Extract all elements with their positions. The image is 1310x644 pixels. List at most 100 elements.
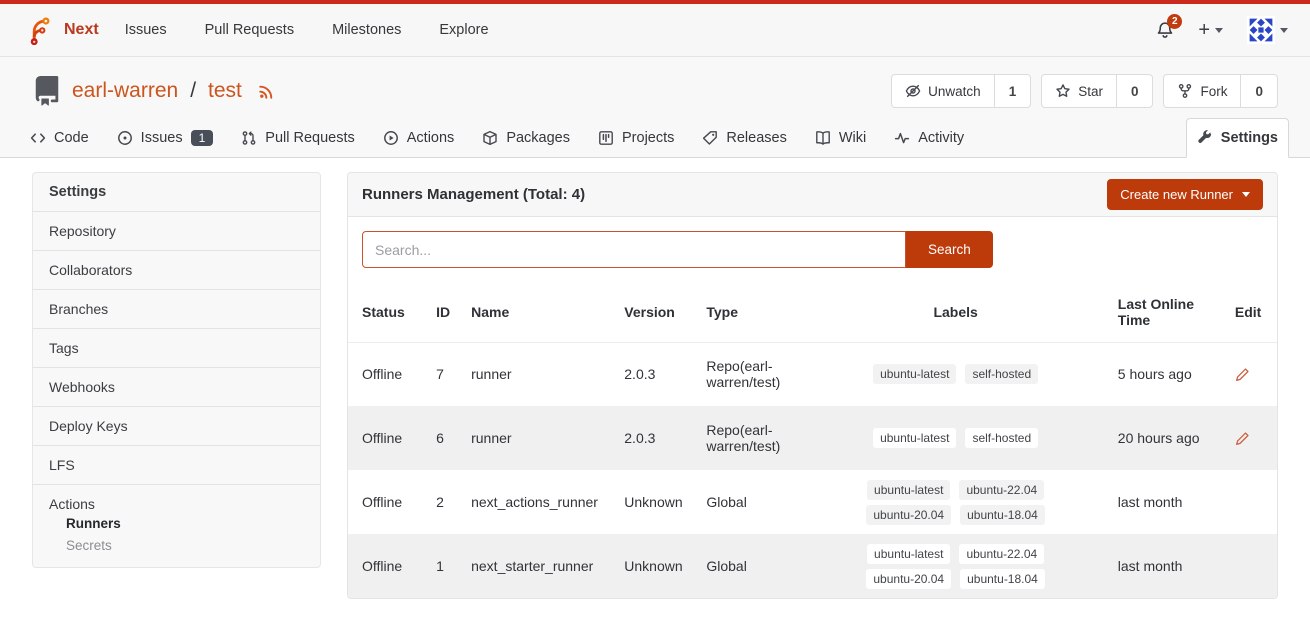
runner-labels: ubuntu-latestubuntu-22.04ubuntu-20.04ubu… [801,534,1109,598]
sidebar-item-branches[interactable]: Branches [33,289,320,328]
sidebar-item-lfs[interactable]: LFS [33,445,320,484]
search-bar: Search [362,231,1263,268]
column-header-labels: Labels [801,282,1109,342]
runner-labels-group: ubuntu-latestubuntu-22.04ubuntu-20.04ubu… [848,480,1063,525]
runner-version: Unknown [616,470,698,534]
column-header-name: Name [463,282,616,342]
repo-title: earl-warren / test [32,76,276,106]
tab-activity[interactable]: Activity [884,119,974,157]
edit-runner-pencil-icon[interactable] [1235,367,1250,382]
sidebar-subitem-runners[interactable]: Runners [49,512,304,534]
identicon-avatar [1247,16,1275,44]
repo-owner-link[interactable]: earl-warren [72,79,178,103]
runner-name: runner [463,342,616,406]
repo-name-link[interactable]: test [208,79,242,103]
edit-runner-pencil-icon[interactable] [1235,431,1250,446]
tab-issues[interactable]: Issues 1 [107,119,224,157]
sidebar-item-webhooks[interactable]: Webhooks [33,367,320,406]
sidebar-item-label: Collaborators [49,262,304,278]
runners-table: StatusIDNameVersionTypeLabelsLast Online… [348,282,1277,598]
runner-edit-cell [1227,534,1277,598]
runner-last-online: last month [1110,470,1227,534]
runner-labels: ubuntu-latestself-hosted [801,342,1109,406]
sidebar-item-collaborators[interactable]: Collaborators [33,250,320,289]
star-button[interactable]: Star [1042,75,1116,107]
tab-wiki[interactable]: Wiki [805,119,876,157]
runner-row: Offline1next_starter_runnerUnknownGlobal… [348,534,1277,598]
table-body: Offline7runner2.0.3Repo(earl-warren/test… [348,342,1277,598]
tab-releases[interactable]: Releases [692,119,796,157]
runner-id: 2 [428,470,463,534]
rss-icon[interactable] [258,82,276,100]
runner-last-online: 20 hours ago [1110,406,1227,470]
brand-label: Next [64,21,99,39]
pulse-icon [894,130,910,146]
runner-edit-cell [1227,406,1277,470]
runner-last-online: last month [1110,534,1227,598]
plus-icon: + [1198,20,1210,40]
star-icon [1055,83,1071,99]
runner-row: Offline7runner2.0.3Repo(earl-warren/test… [348,342,1277,406]
sidebar-item-label: Webhooks [49,379,304,395]
tab-label: Releases [726,130,786,146]
brand[interactable]: Next [22,15,99,45]
repo-action-group: Fork 0 [1163,74,1278,108]
sidebar-item-actions[interactable]: ActionsRunnersSecrets [33,484,320,567]
sidebar-item-label: LFS [49,457,304,473]
runner-labels-group: ubuntu-latestself-hosted [848,428,1063,448]
sidebar-item-label: Settings [49,184,304,200]
runner-version: 2.0.3 [616,342,698,406]
search-input[interactable] [362,231,906,268]
create-new-dropdown[interactable]: + [1198,20,1223,40]
unwatch-count[interactable]: 1 [994,75,1031,107]
tab-actions[interactable]: Actions [373,119,465,157]
unwatch-button[interactable]: Unwatch [892,75,994,107]
repo-separator: / [190,79,196,103]
repo-tab-bar: Code Issues 1 Pull Requests Actions Pack… [0,118,1310,158]
column-header-version: Version [616,282,698,342]
pull-request-icon [241,130,257,146]
tab-settings[interactable]: Settings [1186,118,1289,158]
fork-count[interactable]: 0 [1240,75,1277,107]
repo-header-section: earl-warren / test Unwatch 1 Star 0 Fork… [0,57,1310,158]
runner-status: Offline [348,342,428,406]
sidebar-item-tags[interactable]: Tags [33,328,320,367]
tab-label: Wiki [839,130,866,146]
nav-item-pull-requests[interactable]: Pull Requests [205,22,294,38]
tab-pull-requests[interactable]: Pull Requests [231,119,364,157]
forgejo-logo-icon [22,15,52,45]
sidebar-item-deploy-keys[interactable]: Deploy Keys [33,406,320,445]
fork-icon [1177,83,1193,99]
tab-code[interactable]: Code [20,119,99,157]
runner-last-online: 5 hours ago [1110,342,1227,406]
nav-item-milestones[interactable]: Milestones [332,22,401,38]
column-header-last-online-time: Last Online Time [1110,282,1227,342]
repo-action-group: Star 0 [1041,74,1153,108]
column-header-id: ID [428,282,463,342]
user-menu-dropdown[interactable] [1247,16,1288,44]
nav-item-explore[interactable]: Explore [439,22,488,38]
runner-label-badge: ubuntu-22.04 [959,544,1044,564]
search-button[interactable]: Search [906,231,993,268]
nav-item-issues[interactable]: Issues [125,22,167,38]
fork-button[interactable]: Fork [1164,75,1240,107]
runner-label-badge: self-hosted [965,364,1038,384]
star-count[interactable]: 0 [1116,75,1153,107]
notifications-button[interactable]: 2 [1156,21,1174,39]
tab-label: Projects [622,130,674,146]
repo-book-icon [32,76,62,106]
sidebar-subitem-secrets[interactable]: Secrets [49,534,304,556]
runner-label-badge: ubuntu-latest [867,480,950,500]
runner-edit-cell [1227,470,1277,534]
create-new-runner-button[interactable]: Create new Runner [1107,179,1263,210]
runner-labels-group: ubuntu-latestubuntu-22.04ubuntu-20.04ubu… [848,544,1063,589]
tab-label: Activity [918,130,964,146]
sidebar-item-label: Repository [49,223,304,239]
tab-packages[interactable]: Packages [472,119,580,157]
runner-labels: ubuntu-latestubuntu-22.04ubuntu-20.04ubu… [801,470,1109,534]
tab-projects[interactable]: Projects [588,119,684,157]
sidebar-item-repository[interactable]: Repository [33,211,320,250]
runner-version: 2.0.3 [616,406,698,470]
tab-label: Settings [1221,130,1278,146]
runner-row: Offline2next_actions_runnerUnknownGlobal… [348,470,1277,534]
